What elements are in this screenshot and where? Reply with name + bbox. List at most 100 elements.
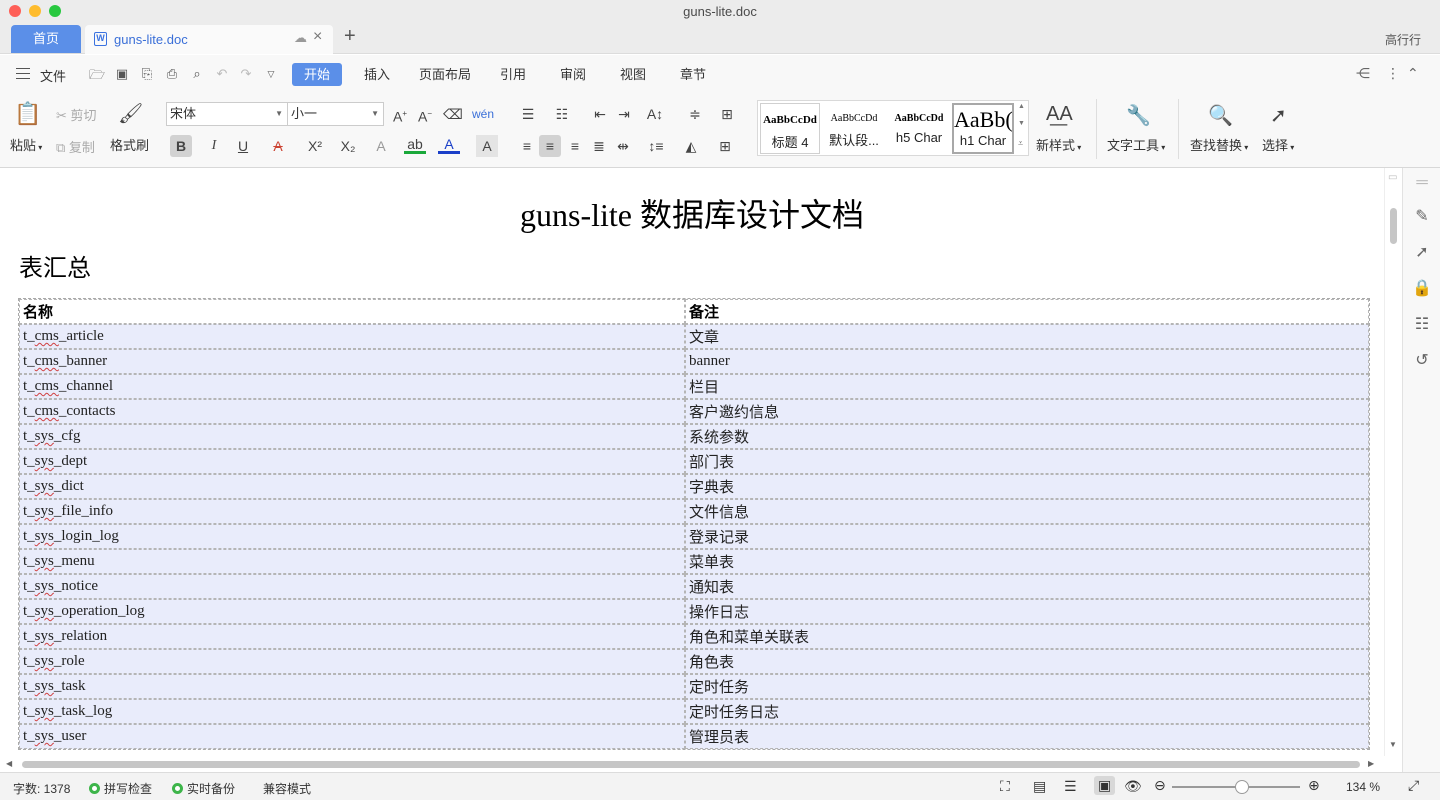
redo-icon[interactable]: ↷ (237, 66, 255, 82)
table-cell-note[interactable]: 文章 (685, 324, 1369, 349)
table-cell-name[interactable]: t_sys_notice (19, 574, 685, 599)
cloud-icon[interactable]: ☁ (294, 30, 307, 46)
tab-references[interactable]: 引用 (488, 63, 538, 86)
quick-access-dropdown-icon[interactable]: ▽ (262, 69, 280, 80)
text-tools-button[interactable]: 文字工具 ▾ (1107, 135, 1165, 154)
table-cell-name[interactable]: t_sys_role (19, 649, 685, 674)
spell-check-toggle[interactable]: 拼写检查 (89, 780, 152, 797)
fullscreen-icon[interactable]: ⤢ (1408, 777, 1419, 794)
styles-expand-icon[interactable]: ⩡ (1018, 138, 1023, 149)
scroll-right-icon[interactable]: ▶ (1368, 759, 1374, 768)
page-view-icon[interactable]: ▤ (1033, 778, 1046, 795)
table-cell-name[interactable]: t_sys_task (19, 674, 685, 699)
table-cell-name[interactable]: t_sys_dict (19, 474, 685, 499)
format-painter-button[interactable]: 格式刷 (110, 135, 149, 154)
save-icon[interactable]: ▣ (113, 66, 131, 82)
scroll-left-icon[interactable]: ◀ (6, 759, 12, 768)
table-cell-note[interactable]: 菜单表 (685, 549, 1369, 574)
table-cell-name[interactable]: t_sys_login_log (19, 524, 685, 549)
paste-icon[interactable]: 📋 (14, 101, 41, 127)
wrench-icon[interactable]: 🔧 (1126, 103, 1151, 128)
tab-review[interactable]: 审阅 (548, 63, 598, 86)
clear-format-icon[interactable]: ⌫ (442, 103, 464, 125)
fit-page-icon[interactable]: ⛶ (1000, 778, 1010, 795)
word-count[interactable]: 字数: 1378 (13, 780, 70, 797)
sliders-icon[interactable]: ☷ (1412, 314, 1432, 334)
tab-start[interactable]: 开始 (292, 63, 343, 86)
strikethrough-icon[interactable]: A (267, 135, 289, 157)
copy-button[interactable]: ⧉ 复制 (56, 137, 95, 156)
style-h5-char[interactable]: AaBbCcDd h5 Char (888, 103, 950, 154)
tab-view[interactable]: 视图 (608, 63, 658, 86)
line-spacing-icon[interactable]: ≑ (684, 103, 706, 125)
tab-section[interactable]: 章节 (668, 63, 718, 86)
table-cell-note[interactable]: 管理员表 (685, 724, 1369, 749)
table-cell-name[interactable]: t_cms_contacts (19, 399, 685, 424)
justify-icon[interactable]: ≣ (588, 135, 610, 157)
close-tab-icon[interactable]: × (313, 28, 322, 46)
open-folder-icon[interactable]: 🗁 (88, 66, 106, 88)
bold-icon[interactable]: B (170, 135, 192, 157)
table-cell-name[interactable]: t_sys_cfg (19, 424, 685, 449)
select-button[interactable]: 选择 ▾ (1262, 135, 1294, 154)
table-cell-note[interactable]: 系统参数 (685, 424, 1369, 449)
table-cell-name[interactable]: t_sys_task_log (19, 699, 685, 724)
table-cell-note[interactable]: 操作日志 (685, 599, 1369, 624)
print-icon[interactable]: ⎙ (163, 66, 181, 82)
table-cell-name[interactable]: t_cms_article (19, 324, 685, 349)
tab-insert[interactable]: 插入 (352, 63, 402, 86)
align-center-icon[interactable]: ≡ (539, 135, 561, 157)
cut-button[interactable]: ✂ 剪切 (56, 105, 97, 124)
align-left-icon[interactable]: ≡ (516, 135, 538, 157)
grow-font-icon[interactable]: A+ (389, 103, 411, 125)
table-cell-name[interactable]: t_cms_channel (19, 374, 685, 399)
pointer-icon[interactable]: ➚ (1412, 242, 1432, 262)
styles-scroll-up-icon[interactable]: ▲ (1018, 103, 1025, 110)
font-name-select[interactable]: 宋体 ▼ (166, 102, 288, 126)
table-cell-note[interactable]: 角色和菜单关联表 (685, 624, 1369, 649)
styles-scroll-down-icon[interactable]: ▼ (1018, 120, 1025, 127)
table-icon[interactable]: ⊞ (716, 103, 738, 125)
table-cell-note[interactable]: 登录记录 (685, 524, 1369, 549)
eye-protection-icon[interactable]: 👁 (1124, 778, 1142, 795)
table-cell-name[interactable]: t_sys_operation_log (19, 599, 685, 624)
table-cell-note[interactable]: 角色表 (685, 649, 1369, 674)
outline-view-icon[interactable]: ☰ (1064, 778, 1077, 795)
text-effect-icon[interactable]: A (370, 135, 392, 157)
paragraph-spacing-icon[interactable]: ↕≡ (645, 135, 667, 157)
table-cell-note[interactable]: 客户邀约信息 (685, 399, 1369, 424)
new-style-icon[interactable]: A͟A (1046, 103, 1073, 126)
web-layout-icon[interactable]: ▣ (1094, 776, 1116, 795)
print-preview-icon[interactable]: ⌕ (188, 66, 206, 82)
more-options-icon[interactable]: ⋮ (1386, 65, 1400, 82)
style-heading-4[interactable]: AaBbCcDd 标题 4 (760, 103, 820, 154)
share-icon[interactable]: ⋲ (1356, 65, 1370, 82)
shrink-font-icon[interactable]: A− (414, 103, 436, 125)
edit-icon[interactable]: ✎ (1412, 206, 1432, 226)
highlight-icon[interactable]: ab (404, 135, 426, 154)
tab-page-layout[interactable]: 页面布局 (407, 63, 483, 86)
style-h1-char[interactable]: AaBb( h1 Char (952, 103, 1014, 154)
distribute-icon[interactable]: ⇹ (612, 135, 634, 157)
text-direction-icon[interactable]: A↕ (644, 103, 666, 125)
superscript-icon[interactable]: X² (304, 135, 326, 157)
borders-icon[interactable]: ⊞ (714, 135, 736, 157)
cursor-icon[interactable]: ➚ (1270, 103, 1287, 128)
table-cell-note[interactable]: 字典表 (685, 474, 1369, 499)
vertical-scrollbar[interactable]: ▭ ▼ (1384, 168, 1401, 756)
undo-icon[interactable]: ↶ (213, 66, 231, 82)
table-cell-note[interactable]: 部门表 (685, 449, 1369, 474)
new-style-button[interactable]: 新样式 ▾ (1036, 135, 1081, 154)
style-default-paragraph[interactable]: AaBbCcDd 默认段... (824, 103, 884, 154)
table-cell-name[interactable]: t_sys_file_info (19, 499, 685, 524)
find-replace-button[interactable]: 查找替换 ▾ (1190, 135, 1248, 154)
zoom-slider-thumb[interactable] (1235, 780, 1249, 794)
underline-icon[interactable]: U (232, 135, 254, 157)
user-name[interactable]: 高行行 (1385, 31, 1421, 48)
table-cell-note[interactable]: 通知表 (685, 574, 1369, 599)
format-painter-icon[interactable]: 🖌 (118, 101, 143, 126)
hamburger-menu-icon[interactable] (16, 68, 30, 79)
zoom-in-icon[interactable]: ⊕ (1308, 777, 1320, 794)
font-color-icon[interactable]: A (438, 135, 460, 154)
table-cell-name[interactable]: t_cms_banner (19, 349, 685, 374)
